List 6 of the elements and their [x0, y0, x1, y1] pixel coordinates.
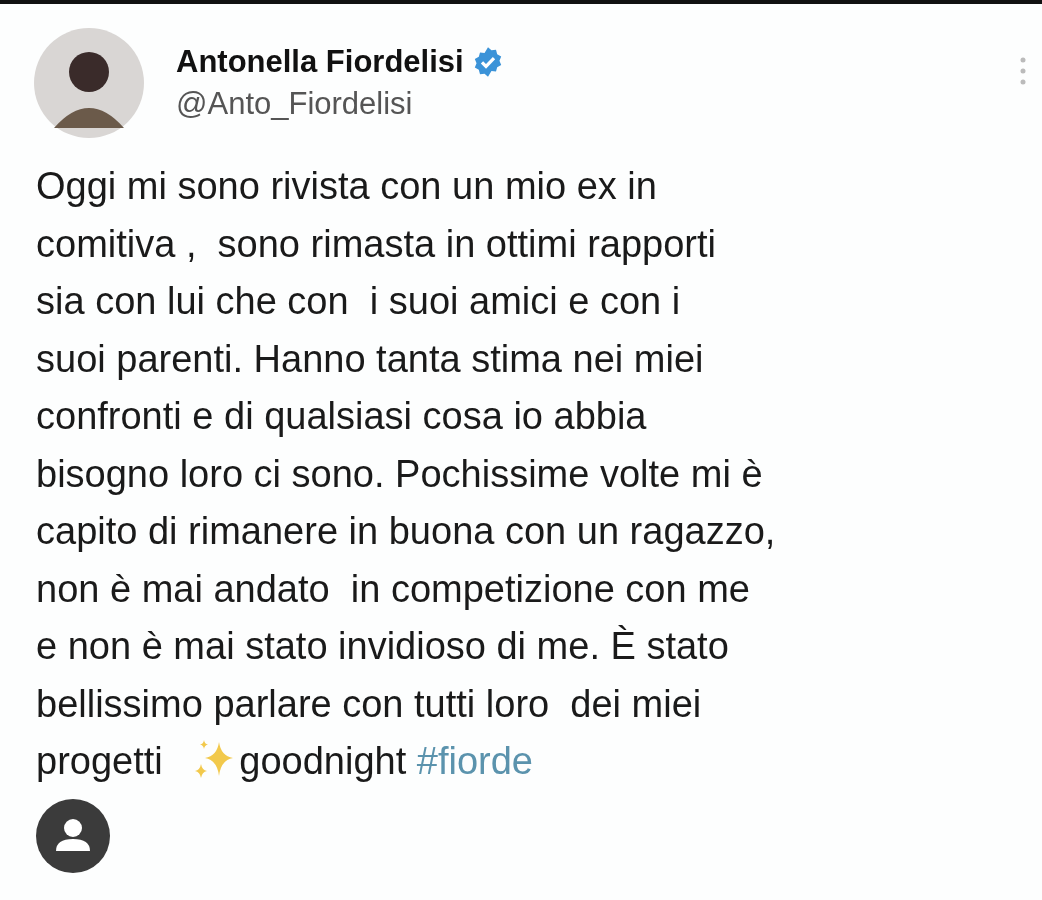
hashtag-link[interactable]: #fiorde: [416, 740, 533, 782]
author-handle: @Anto_Fiordelisi: [176, 86, 414, 122]
profile-overlay-icon: [36, 799, 110, 873]
tweet-text: Oggi mi sono rivista con un mio ex in comitiva , sono rimasta in ottimi rapporti sia con lui che con i suoi amici e con i suoi parenti. Hanno tanta stima nei miei confronti e di qualsiasi cosa io abbia bisogno loro ci sono. Pochissime volte mi è capito di rimanere in buona con un ragazzo, non è mai andato in competizione con me e non è mai stato invidioso di me. È stato bellissimo parlare con tutti loro dei miei progetti goodnight #fiorde: [35, 164, 777, 784]
avatar[interactable]: [34, 28, 144, 138]
author-name: Antonella Fiordelisi: [176, 44, 464, 80]
